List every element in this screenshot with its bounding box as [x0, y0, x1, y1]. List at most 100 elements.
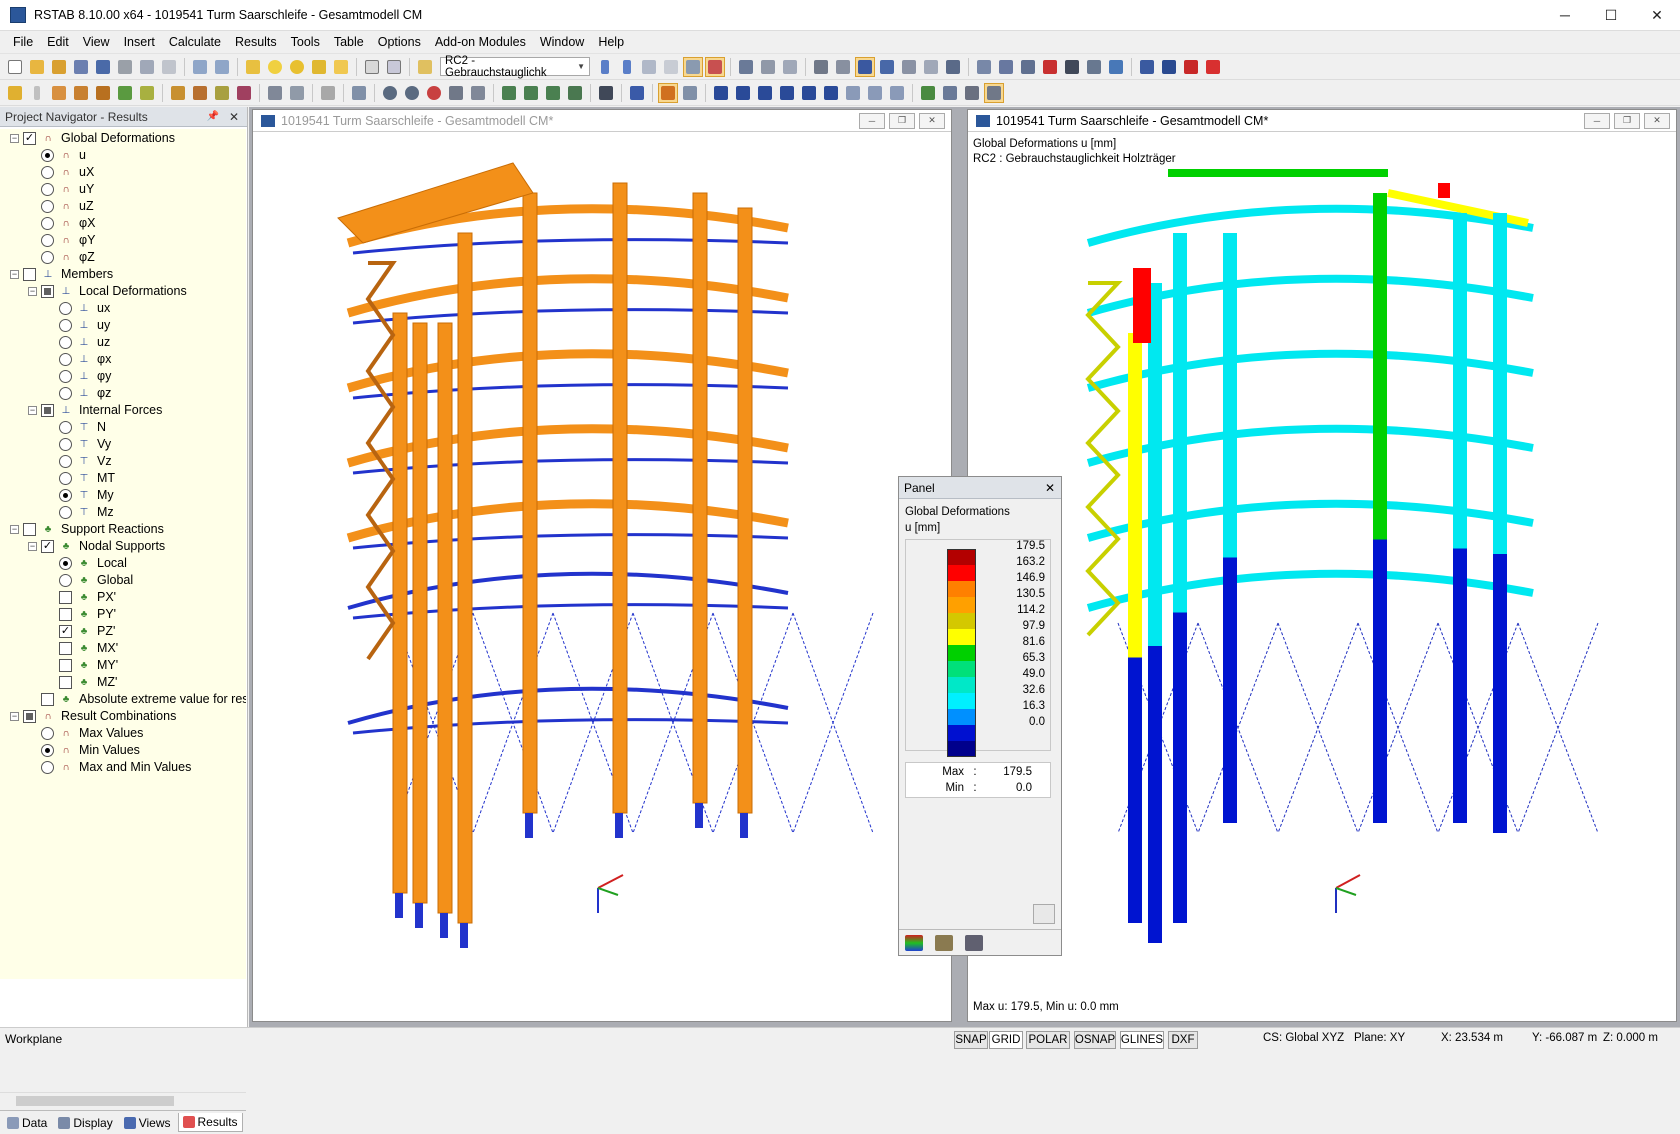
tree-radio[interactable]	[59, 387, 72, 400]
panel-toggle-icon[interactable]	[984, 83, 1004, 103]
tree-item[interactable]: ⊤N	[59, 418, 106, 436]
member-icon[interactable]	[49, 83, 69, 103]
tree-radio[interactable]	[59, 370, 72, 383]
tree-item[interactable]: ∩φZ	[41, 248, 95, 266]
close-icon[interactable]: ✕	[1045, 481, 1055, 495]
expand-toggle-icon[interactable]: −	[10, 134, 19, 143]
tree-checkbox[interactable]	[59, 659, 72, 672]
tree-item[interactable]: ⊥φz	[59, 384, 111, 402]
load-member-icon[interactable]	[190, 83, 210, 103]
tree-radio[interactable]	[59, 472, 72, 485]
tree-checkbox[interactable]	[23, 268, 36, 281]
minimize-button[interactable]: ─	[1542, 0, 1588, 31]
move-icon[interactable]	[265, 83, 285, 103]
previous-icon[interactable]	[595, 57, 615, 77]
result-N-icon[interactable]	[711, 83, 731, 103]
grid-toggle[interactable]: GRID	[989, 1031, 1023, 1049]
tree-item[interactable]: ♣MY'	[59, 656, 118, 674]
tree-checkbox[interactable]: ✓	[59, 625, 72, 638]
tree-radio[interactable]	[59, 336, 72, 349]
tree-radio[interactable]	[41, 234, 54, 247]
tree-checkbox[interactable]: ✓	[41, 540, 54, 553]
table-grid-icon[interactable]	[962, 83, 982, 103]
result-Py-icon[interactable]	[865, 83, 885, 103]
result-Pz-icon[interactable]	[887, 83, 907, 103]
tree-checkbox[interactable]	[41, 285, 54, 298]
calculate-icon[interactable]	[265, 57, 285, 77]
tree-item[interactable]: ♣Local	[59, 554, 127, 572]
result-Px-icon[interactable]	[843, 83, 863, 103]
load-case-icon[interactable]	[415, 57, 435, 77]
reaction-moment-icon[interactable]	[940, 83, 960, 103]
tree-item[interactable]: −∩Result Combinations	[10, 707, 176, 725]
tree-item[interactable]: ∩Max Values	[41, 724, 143, 742]
tab-data[interactable]: Data	[3, 1114, 51, 1132]
menu-file[interactable]: File	[6, 35, 40, 49]
tree-radio[interactable]	[41, 183, 54, 196]
view-iso-icon[interactable]	[468, 83, 488, 103]
tree-item[interactable]: ⊤MT	[59, 469, 115, 487]
tree-radio[interactable]	[59, 506, 72, 519]
print-graphic-icon[interactable]	[137, 57, 157, 77]
minimize-button[interactable]: ─	[1584, 113, 1610, 129]
member-numbers-icon[interactable]	[680, 83, 700, 103]
tree-checkbox[interactable]	[59, 642, 72, 655]
tree-checkbox[interactable]	[41, 404, 54, 417]
color-legend[interactable]: 179.5163.2146.9130.5114.297.981.665.349.…	[905, 539, 1051, 751]
delete-icon[interactable]	[1040, 57, 1060, 77]
tree-checkbox[interactable]: ✓	[23, 132, 36, 145]
tree-item[interactable]: ♣PX'	[59, 588, 116, 606]
expand-toggle-icon[interactable]: −	[28, 406, 37, 415]
reaction-support-icon[interactable]	[918, 83, 938, 103]
panel-zoom-button[interactable]	[1033, 904, 1055, 924]
view-x-icon[interactable]	[499, 83, 519, 103]
tree-checkbox[interactable]	[59, 608, 72, 621]
restore-button[interactable]: ❐	[889, 113, 915, 129]
tools-icon[interactable]	[1106, 57, 1126, 77]
next-icon[interactable]	[617, 57, 637, 77]
table-icon[interactable]	[362, 57, 382, 77]
redo-icon[interactable]	[212, 57, 232, 77]
tree-item[interactable]: ⊥φx	[59, 350, 111, 368]
close-button[interactable]: ✕	[919, 113, 945, 129]
tree-item[interactable]: ∩u	[41, 146, 86, 164]
close-button[interactable]: ✕	[1634, 0, 1680, 31]
menu-view[interactable]: View	[76, 35, 117, 49]
copy-icon[interactable]	[287, 83, 307, 103]
hinge-icon[interactable]	[137, 83, 157, 103]
expand-toggle-icon[interactable]: −	[10, 525, 19, 534]
tab-display[interactable]: Display	[54, 1114, 116, 1132]
zoom-all-icon[interactable]	[424, 83, 444, 103]
result-My-icon[interactable]	[799, 83, 819, 103]
render-options-icon[interactable]	[627, 83, 647, 103]
view-axes-icon[interactable]	[565, 83, 585, 103]
imperfection-icon[interactable]	[212, 83, 232, 103]
menu-addon-modules[interactable]: Add-on Modules	[428, 35, 533, 49]
menu-results[interactable]: Results	[228, 35, 284, 49]
tree-item[interactable]: ♣MZ'	[59, 673, 117, 691]
polar-toggle[interactable]: POLAR	[1026, 1031, 1070, 1049]
tree-item[interactable]: ♣Global	[59, 571, 133, 589]
camera-icon[interactable]	[1062, 57, 1082, 77]
pdf-export-icon[interactable]	[1203, 57, 1223, 77]
printout-report-icon[interactable]	[159, 57, 179, 77]
solid-model-icon[interactable]	[855, 57, 875, 77]
tree-radio[interactable]	[59, 557, 72, 570]
node-icon[interactable]	[5, 83, 25, 103]
tree-item[interactable]: −⊥Local Deformations	[28, 282, 187, 300]
expand-toggle-icon[interactable]: −	[10, 270, 19, 279]
tree-item[interactable]: ⊤Vz	[59, 452, 112, 470]
tree-item[interactable]: ∩Min Values	[41, 741, 140, 759]
node-numbers-icon[interactable]	[658, 83, 678, 103]
tree-checkbox[interactable]	[59, 591, 72, 604]
view-y-icon[interactable]	[521, 83, 541, 103]
tree-radio[interactable]	[59, 438, 72, 451]
tree-radio[interactable]	[59, 353, 72, 366]
free-load-icon[interactable]	[234, 83, 254, 103]
tree-radio[interactable]	[59, 421, 72, 434]
horizontal-scrollbar[interactable]	[0, 1092, 246, 1107]
tree-item[interactable]: ⊥ux	[59, 299, 110, 317]
tree-radio[interactable]	[41, 149, 54, 162]
tree-item[interactable]: ∩uX	[41, 163, 94, 181]
snap-toggle[interactable]: SNAP	[954, 1031, 988, 1049]
